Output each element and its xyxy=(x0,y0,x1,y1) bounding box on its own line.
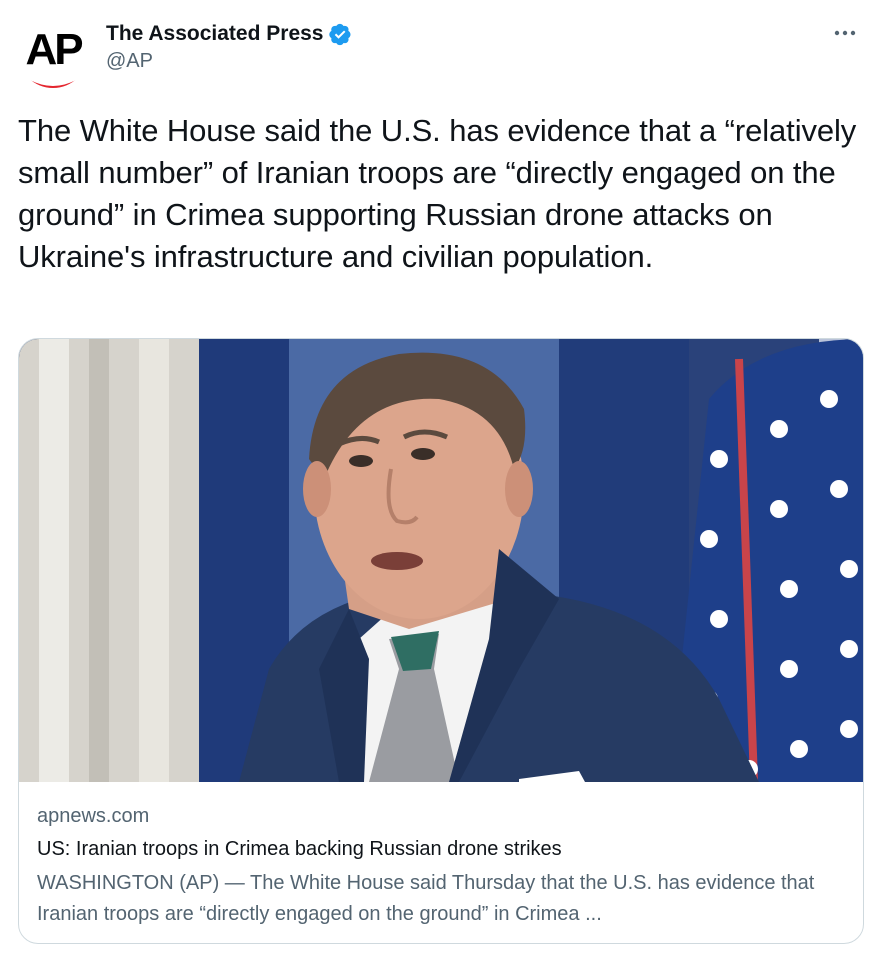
ap-logo-text: AP xyxy=(25,25,83,74)
press-briefing-photo xyxy=(19,339,863,782)
user-block: The Associated Press @AP xyxy=(106,20,352,73)
tweet: AP The Associated Press @AP The White Ho… xyxy=(0,0,878,960)
card-meta: apnews.com US: Iranian troops in Crimea … xyxy=(37,803,847,930)
link-card[interactable]: apnews.com US: Iranian troops in Crimea … xyxy=(18,338,864,944)
avatar[interactable]: AP xyxy=(18,18,88,88)
card-domain: apnews.com xyxy=(37,805,150,827)
card-image[interactable] xyxy=(19,339,863,782)
ap-logo-smile-icon xyxy=(30,80,76,88)
more-options-icon[interactable] xyxy=(830,18,860,48)
card-title[interactable]: US: Iranian troops in Crimea backing Rus… xyxy=(37,836,847,862)
card-description: WASHINGTON (AP) — The White House said T… xyxy=(37,872,815,925)
name-row: The Associated Press xyxy=(106,20,352,48)
verified-badge-icon xyxy=(328,23,350,46)
display-name[interactable]: The Associated Press xyxy=(106,22,324,46)
tweet-text: The White House said the U.S. has eviden… xyxy=(18,113,857,274)
handle[interactable]: @AP xyxy=(106,50,352,73)
